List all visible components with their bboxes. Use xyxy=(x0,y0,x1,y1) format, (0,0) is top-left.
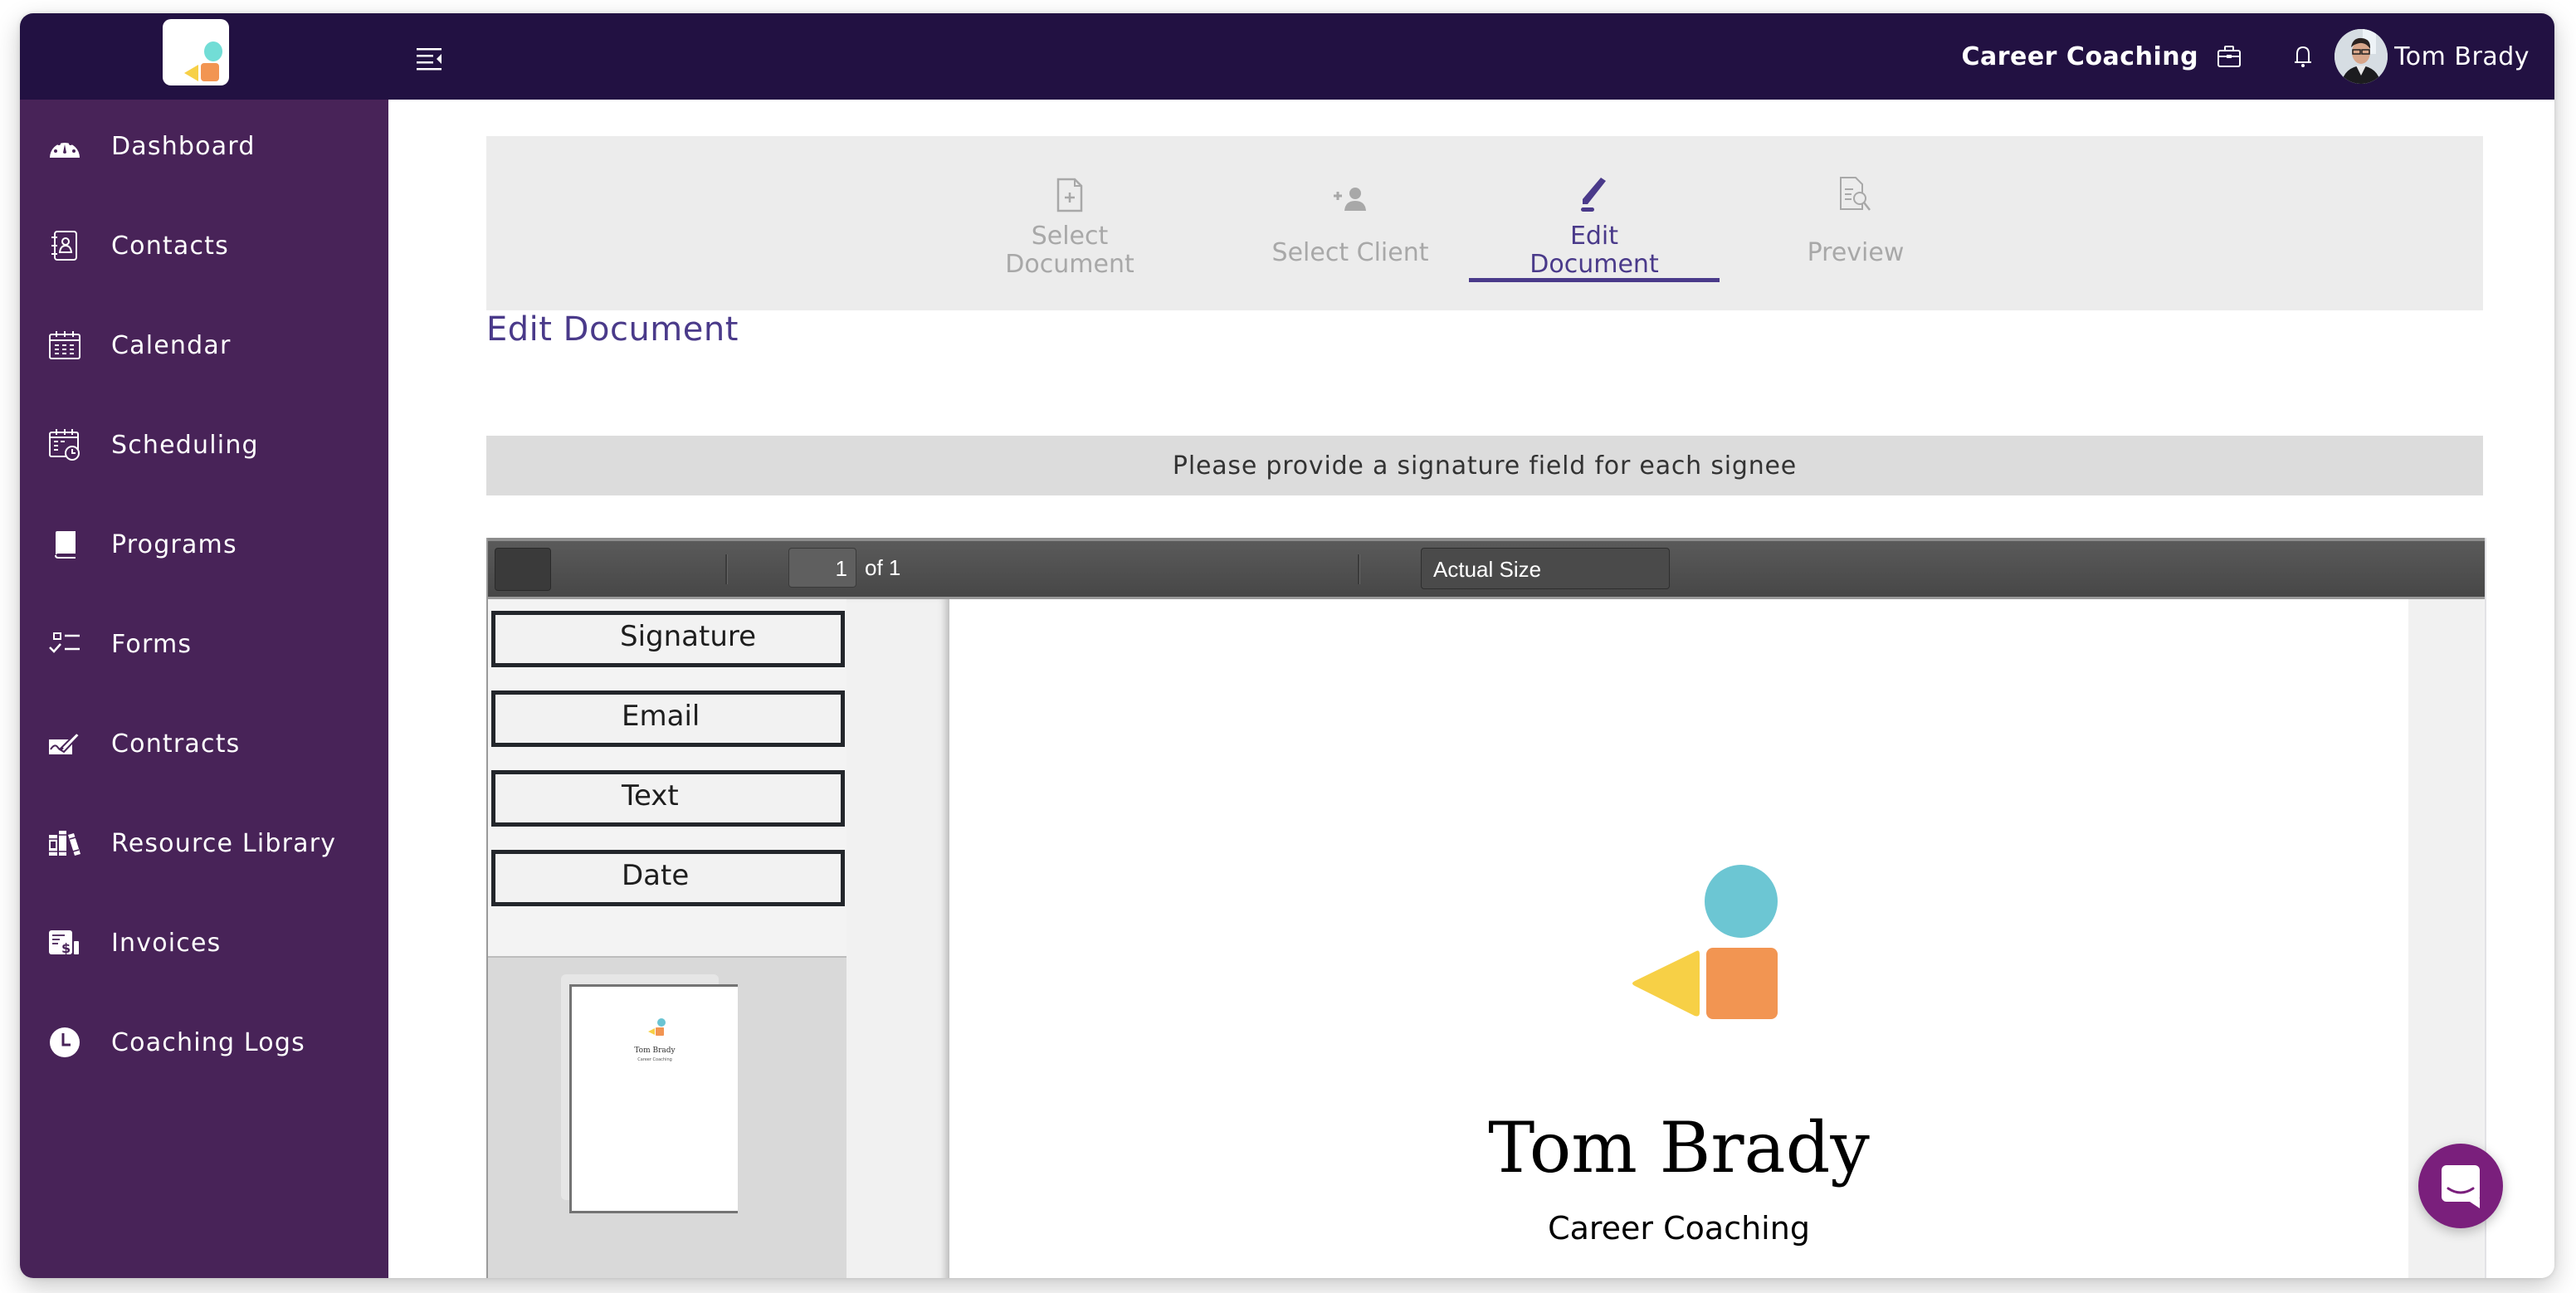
briefcase-icon[interactable] xyxy=(2217,44,2242,69)
sidebar-item-label: Programs xyxy=(111,529,237,559)
signature-pen-icon xyxy=(48,727,81,760)
field-label: Signature xyxy=(620,620,757,653)
book-icon xyxy=(48,528,81,561)
sidebar-item-label: Coaching Logs xyxy=(111,1027,305,1057)
email-field-button[interactable]: Email xyxy=(491,690,845,747)
sidebar-item-label: Resource Library xyxy=(111,828,337,858)
document-logo xyxy=(1630,863,1788,1021)
step-preview[interactable]: Preview xyxy=(1781,136,1930,310)
thumb-logo-circle xyxy=(657,1018,666,1027)
sidebar-item-label: Forms xyxy=(111,629,193,659)
field-label: Text xyxy=(622,779,679,812)
sidebar-item-dashboard[interactable]: Dashboard xyxy=(20,113,388,179)
user-plus-icon xyxy=(1333,169,1368,212)
svg-text:$: $ xyxy=(61,940,71,956)
bell-icon[interactable] xyxy=(2291,44,2315,69)
sidebar-item-resource-library[interactable]: Resource Library xyxy=(20,810,388,876)
sidebar-item-label: Scheduling xyxy=(111,430,259,460)
sidebar-item-label: Dashboard xyxy=(111,131,256,161)
organization-name[interactable]: Career Coaching xyxy=(1961,42,2198,71)
active-step-underline xyxy=(1469,278,1720,282)
sidebar-item-label: Contacts xyxy=(111,231,229,261)
sidebar-item-calendar[interactable]: Calendar xyxy=(20,312,388,378)
logo-square xyxy=(1706,948,1778,1019)
calendar-icon xyxy=(48,329,81,362)
app-window: Career Coaching Tom Brady Dashboard Cont… xyxy=(20,13,2554,1278)
chat-launcher-button[interactable] xyxy=(2418,1144,2503,1228)
step-label: Preview xyxy=(1807,238,1905,267)
step-label: Select xyxy=(1031,222,1109,251)
thumbnail-panel: Tom Brady Career Coaching xyxy=(488,956,848,1278)
sidebar-item-coaching-logs[interactable]: Coaching Logs xyxy=(20,1009,388,1076)
invoice-dollar-icon: $ xyxy=(48,926,81,959)
sidebar-item-programs[interactable]: Programs xyxy=(20,511,388,578)
field-palette: Signature Email Text Date xyxy=(488,599,846,956)
signature-field-button[interactable]: Signature xyxy=(491,611,845,667)
user-name[interactable]: Tom Brady xyxy=(2394,42,2530,71)
step-label: Edit xyxy=(1569,222,1619,251)
menu-collapse-icon[interactable] xyxy=(415,45,443,73)
sidebar-item-label: Contracts xyxy=(111,729,241,759)
page-number-input[interactable]: 1 xyxy=(788,548,856,588)
sidebar: Dashboard Contacts Calendar Scheduling P… xyxy=(20,100,388,1278)
dashboard-gauge-icon xyxy=(48,129,81,163)
page-thumbnail[interactable]: Tom Brady Career Coaching xyxy=(569,984,738,1213)
sidebar-item-scheduling[interactable]: Scheduling xyxy=(20,412,388,478)
step-label: Document xyxy=(1530,250,1659,279)
text-field-button[interactable]: Text xyxy=(491,770,845,827)
page-gutter xyxy=(846,599,949,1278)
checklist-icon xyxy=(48,627,81,661)
pdf-viewer: 1 of 1 Actual Size Signature Email Text … xyxy=(486,538,2486,1278)
date-field-button[interactable]: Date xyxy=(491,850,845,906)
document-subtitle: Career Coaching xyxy=(1548,1210,1810,1247)
page-title: Edit Document xyxy=(486,310,739,349)
clock-icon xyxy=(48,1026,81,1059)
field-label: Email xyxy=(622,700,700,733)
sidebar-item-forms[interactable]: Forms xyxy=(20,611,388,677)
file-plus-icon xyxy=(1056,169,1083,212)
toolbar-separator xyxy=(1358,554,1360,584)
zoom-select[interactable]: Actual Size xyxy=(1421,548,1670,589)
contacts-book-icon xyxy=(48,229,81,262)
logo-circle xyxy=(1705,865,1778,938)
sidebar-item-invoices[interactable]: $ Invoices xyxy=(20,910,388,976)
document-search-icon xyxy=(1839,169,1872,212)
document-page[interactable]: Tom Brady Career Coaching xyxy=(949,599,2408,1278)
viewer-toolbar: 1 of 1 Actual Size xyxy=(488,538,2485,599)
app-logo[interactable] xyxy=(163,19,229,85)
field-label: Date xyxy=(622,859,690,892)
step-edit-document[interactable]: Edit Document xyxy=(1469,136,1720,310)
calendar-clock-icon xyxy=(48,428,81,461)
user-avatar[interactable] xyxy=(2334,29,2388,84)
main-content: Select Document Select Client Edit Documen… xyxy=(388,100,2554,1278)
step-select-document[interactable]: Select Document xyxy=(1005,136,1134,310)
sidebar-item-label: Invoices xyxy=(111,928,222,958)
step-select-client[interactable]: Select Client xyxy=(1255,136,1446,310)
sidebar-item-label: Calendar xyxy=(111,330,232,360)
header-right: Career Coaching Tom Brady xyxy=(1961,13,2530,100)
top-header: Career Coaching Tom Brady xyxy=(20,13,2554,100)
step-label: Select Client xyxy=(1271,238,1429,267)
thumbnail-subtitle: Career Coaching xyxy=(637,1057,672,1062)
wizard-steps: Select Document Select Client Edit Documen… xyxy=(486,136,2483,310)
thumb-logo-square xyxy=(656,1027,664,1036)
sidebar-item-contracts[interactable]: Contracts xyxy=(20,710,388,777)
page-count-label: of 1 xyxy=(865,555,901,580)
signature-notice: Please provide a signature field for eac… xyxy=(486,436,2483,495)
toolbar-separator xyxy=(725,554,728,584)
library-books-icon xyxy=(48,827,81,860)
chat-bubble-icon xyxy=(2442,1165,2480,1208)
logo-circle xyxy=(204,41,222,61)
document-name: Tom Brady xyxy=(1488,1107,1870,1188)
logo-triangle xyxy=(184,65,198,81)
logo-square xyxy=(201,63,219,81)
thumb-logo-triangle xyxy=(648,1028,655,1035)
thumbnail-name: Tom Brady xyxy=(634,1047,676,1055)
pencil-icon xyxy=(1579,169,1609,212)
logo-triangle xyxy=(1632,950,1700,1017)
step-label: Document xyxy=(1005,250,1134,279)
sidebar-item-contacts[interactable]: Contacts xyxy=(20,212,388,279)
sidebar-toggle-button[interactable] xyxy=(495,548,551,591)
